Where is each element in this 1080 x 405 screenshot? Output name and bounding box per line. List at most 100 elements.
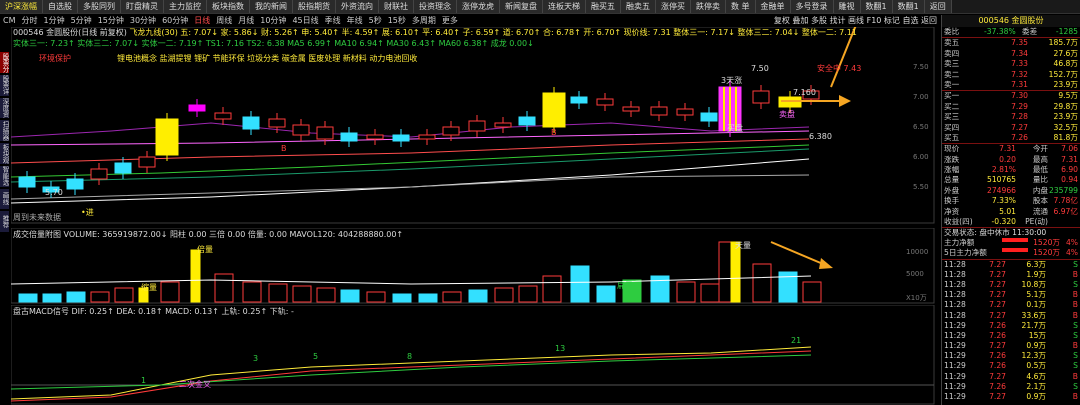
- rail-tab-2[interactable]: 深度资料: [0, 97, 9, 119]
- period-tab-3[interactable]: 5分钟: [68, 15, 95, 27]
- tick-volume: 2.1万: [1026, 381, 1046, 391]
- rail-tab-7[interactable]: 推荐: [0, 211, 9, 232]
- stat-label: 收益(四): [944, 217, 973, 227]
- period-tab-5[interactable]: 30分钟: [127, 15, 159, 27]
- toolbar-btn-5[interactable]: 板块指数: [207, 0, 250, 13]
- flow-pct: 4%: [1065, 237, 1078, 247]
- toolbar-btn-23[interactable]: 数翻1: [892, 0, 925, 13]
- volume-bar: [596, 285, 616, 303]
- toolbar-btn-6[interactable]: 我的新闻: [250, 0, 293, 13]
- quote-stock-code: 000546 金圆股份: [942, 15, 1080, 27]
- annotation-dian: •进: [81, 208, 94, 217]
- period-tab-6[interactable]: 60分钟: [159, 15, 191, 27]
- stat-label: 股本: [1032, 196, 1048, 206]
- stat-row: 总量 510765 量比 0.94: [942, 175, 1080, 185]
- toolbar-btn-19[interactable]: 金融单: [755, 0, 791, 13]
- annotation-buy: 买盘: [727, 123, 743, 133]
- toolbar-btn-9[interactable]: 财联社: [379, 0, 414, 13]
- peak-stripe: [723, 87, 725, 131]
- toolbar-btn-21[interactable]: 雕视: [833, 0, 861, 13]
- toolbar-btn-24[interactable]: 返回: [924, 0, 952, 13]
- annotation-low: 5.70: [45, 188, 63, 197]
- tick-price: 7.26: [989, 320, 1006, 330]
- toolbar-btn-17[interactable]: 跌停卖: [691, 0, 726, 13]
- candle: [114, 162, 132, 174]
- toolbar-btn-10[interactable]: 投资理念: [414, 0, 457, 13]
- tick-side: B: [1072, 341, 1078, 351]
- tick-side: S: [1073, 361, 1078, 371]
- period-tab-16[interactable]: 多周期: [409, 15, 439, 27]
- toolbar-btn-18[interactable]: 数 单: [726, 0, 756, 13]
- stat-label: 总量: [944, 175, 960, 185]
- toolbar-btn-8[interactable]: 外资流向: [336, 0, 379, 13]
- period-tab-17[interactable]: 更多: [439, 15, 461, 27]
- period-tab-11[interactable]: 45日线: [289, 15, 321, 27]
- toolbar-btn-12[interactable]: 新闻复盘: [500, 0, 543, 13]
- candle: [292, 124, 310, 136]
- period-tab-9[interactable]: 月线: [235, 15, 257, 27]
- volume-label-l3: 天量: [735, 241, 751, 250]
- period-tab-7[interactable]: 日线: [191, 15, 213, 27]
- toolbar-btn-22[interactable]: 数翻1: [860, 0, 893, 13]
- book-label: 卖一: [944, 79, 960, 89]
- tick-side: S: [1073, 320, 1078, 330]
- volume-bar: [676, 281, 696, 303]
- period-tab-8[interactable]: 周线: [213, 15, 235, 27]
- toolbar-btn-1[interactable]: 自选股: [43, 0, 78, 13]
- period-tab-1[interactable]: 分时: [19, 15, 41, 27]
- toolbar-btn-4[interactable]: 主力监控: [164, 0, 207, 13]
- price-title: 000546 金圆股份(日线 前复权) 飞龙九线(30) 五: 7.07↓ 家:…: [13, 27, 933, 38]
- period-tab-15[interactable]: 15秒: [385, 15, 409, 27]
- rail-tab-3[interactable]: 扫描器: [0, 120, 9, 141]
- rail-tab-5[interactable]: 智能选股: [0, 165, 9, 187]
- toolbar-btn-11[interactable]: 涨停龙虎: [457, 0, 500, 13]
- volume-axis-label: 5000: [906, 270, 924, 278]
- ma-line-2: [11, 122, 810, 138]
- tick-time: 11:29: [944, 330, 966, 340]
- stat-label: 现价: [944, 144, 960, 154]
- candle: [18, 176, 36, 188]
- period-tab-4[interactable]: 15分钟: [95, 15, 127, 27]
- candle: [392, 134, 410, 142]
- candle: [316, 126, 334, 140]
- toolbar-btn-2[interactable]: 多股同列: [78, 0, 121, 13]
- rail-tab-1[interactable]: 股票详表: [0, 74, 9, 96]
- period-tab-12[interactable]: 季线: [322, 15, 344, 27]
- toolbar-btn-0[interactable]: 沪深涨幅: [0, 0, 43, 13]
- chart-tools[interactable]: 复权 叠加 多股 找计 画线 F10 标记 自选 返回: [771, 15, 940, 27]
- toolbar-btn-16[interactable]: 涨停买: [656, 0, 691, 13]
- period-tab-0[interactable]: CM: [0, 15, 19, 27]
- period-tab-2[interactable]: 1分钟: [41, 15, 68, 27]
- rail-tab-4[interactable]: 板块观察: [0, 143, 9, 164]
- volume-chart[interactable]: 成交倍量附图 VOLUME: 365919872.00↓ 阳柱 0.00 三倍 …: [11, 228, 935, 304]
- rail-tab-0[interactable]: 股票分析: [0, 52, 9, 73]
- toolbar-btn-15[interactable]: 融卖五: [621, 0, 656, 13]
- flow-value: 1520万: [1033, 237, 1060, 247]
- book-volume: 185.7万: [1048, 38, 1078, 48]
- stat-value: -0.320: [991, 217, 1016, 227]
- toolbar-btn-7[interactable]: 股指期货: [293, 0, 336, 13]
- book-price: 7.35: [1011, 38, 1028, 48]
- flow-label: 主力净额: [944, 237, 975, 247]
- rail-tab-6[interactable]: 画线: [0, 188, 9, 210]
- toolbar-btn-3[interactable]: 盯盘精灵: [121, 0, 164, 13]
- period-tab-14[interactable]: 5秒: [366, 15, 385, 27]
- candle: [214, 112, 232, 120]
- flow-bar: [1002, 248, 1028, 253]
- flow-row: 主力净额 1520万 4%: [942, 237, 1080, 248]
- candle: [676, 108, 694, 116]
- toolbar-btn-13[interactable]: 连板天梯: [543, 0, 586, 13]
- macd-chart[interactable]: 盘古MACD信号 DIF: 0.25↑ DEA: 0.18↑ MACD: 0.1…: [11, 305, 935, 405]
- toolbar-btn-20[interactable]: 多号登录: [790, 0, 834, 13]
- tick-price: 7.26: [989, 381, 1006, 391]
- weicha-label: 委差: [1022, 27, 1038, 36]
- price-chart[interactable]: 000546 金圆股份(日线 前复权) 飞龙九线(30) 五: 7.07↓ 家:…: [11, 27, 935, 224]
- period-tab-10[interactable]: 10分钟: [257, 15, 289, 27]
- price-axis-label: 6.50: [913, 123, 929, 131]
- tick-price: 7.26: [989, 351, 1006, 361]
- toolbar-btn-14[interactable]: 融买五: [586, 0, 621, 13]
- period-tab-13[interactable]: 年线: [344, 15, 366, 27]
- stat-value: [1048, 217, 1078, 227]
- annotation-a1: B: [281, 144, 287, 153]
- price-axis-label: 7.00: [913, 93, 929, 101]
